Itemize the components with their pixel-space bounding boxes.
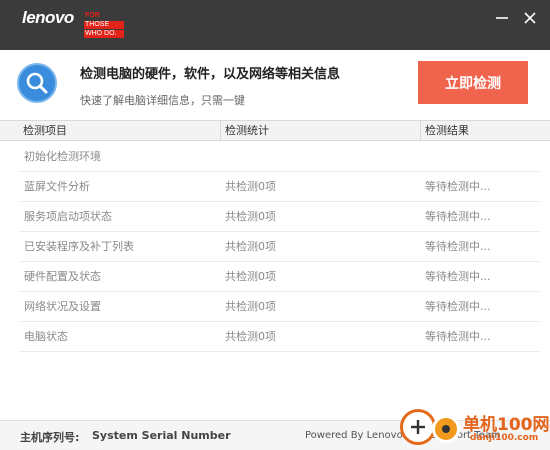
row-stat: 共检测0项 [225,300,276,313]
serial-label: 主机序列号: [20,431,80,444]
row-result: 等待检测中... [425,330,491,343]
header-title: 检测电脑的硬件，软件，以及网络等相关信息 [80,67,341,82]
row-item: 硬件配置及状态 [24,270,101,283]
close-icon[interactable] [521,9,539,27]
row-result: 等待检测中... [425,240,491,253]
row-item: 初始化检测环境 [24,150,101,163]
column-header-result[interactable]: 检测结果 [420,121,550,141]
row-stat: 共检测0项 [225,330,276,343]
logo-wordmark: lenovo [22,8,74,27]
row-stat: 共检测0项 [225,270,276,283]
table-header: 检测项目 检测统计 检测结果 [0,121,550,141]
watermark-dot-icon [432,415,460,443]
row-result: 等待检测中... [425,300,491,313]
row-stat: 共检测0项 [225,210,276,223]
row-item: 已安装程序及补丁列表 [24,240,134,253]
table-row[interactable]: 电脑状态 共检测0项 等待检测中... [19,322,540,352]
table-row[interactable]: 网络状况及设置 共检测0项 等待检测中... [19,292,540,322]
header-panel: 检测电脑的硬件，软件，以及网络等相关信息 快速了解电脑详细信息，只需一键 立即检… [0,50,550,120]
magnifier-icon [17,63,57,103]
watermark-name: 单机100网 [463,415,550,435]
scan-now-button[interactable]: 立即检测 [418,61,528,104]
row-stat: 共检测0项 [225,180,276,193]
serial-value: System Serial Number [92,429,231,442]
row-item: 网络状况及设置 [24,300,101,313]
table-body: 初始化检测环境 蓝屏文件分析 共检测0项 等待检测中... 服务项启动项状态 共… [0,142,550,352]
row-result: 等待检测中... [425,210,491,223]
table-row[interactable]: 服务项启动项状态 共检测0项 等待检测中... [19,202,540,232]
table-row[interactable]: 已安装程序及补丁列表 共检测0项 等待检测中... [19,232,540,262]
row-result: 等待检测中... [425,180,491,193]
row-item: 服务项启动项状态 [24,210,112,223]
column-header-stat[interactable]: 检测统计 [220,121,420,141]
row-stat: 共检测0项 [225,240,276,253]
row-result: 等待检测中... [425,270,491,283]
table-row[interactable]: 硬件配置及状态 共检测0项 等待检测中... [19,262,540,292]
watermark-logo-icon [400,409,436,445]
minimize-icon[interactable] [493,9,511,27]
column-header-item[interactable]: 检测项目 [19,121,220,141]
table-row[interactable]: 蓝屏文件分析 共检测0项 等待检测中... [19,172,540,202]
header-subtitle: 快速了解电脑详细信息，只需一键 [80,94,245,107]
watermark-url: danji100.com [470,433,539,443]
watermark: 单机100网 danji100.com [400,405,550,450]
row-item: 蓝屏文件分析 [24,180,90,193]
detection-table: 检测项目 检测统计 检测结果 初始化检测环境 蓝屏文件分析 共检测0项 等待检测… [0,120,550,420]
table-row[interactable]: 初始化检测环境 [19,142,540,172]
lenovo-logo: lenovo FOR THOSE WHO DO. [22,8,124,38]
title-bar: lenovo FOR THOSE WHO DO. [0,0,550,50]
logo-tagline: FOR THOSE WHO DO. [84,12,124,39]
row-item: 电脑状态 [24,330,68,343]
